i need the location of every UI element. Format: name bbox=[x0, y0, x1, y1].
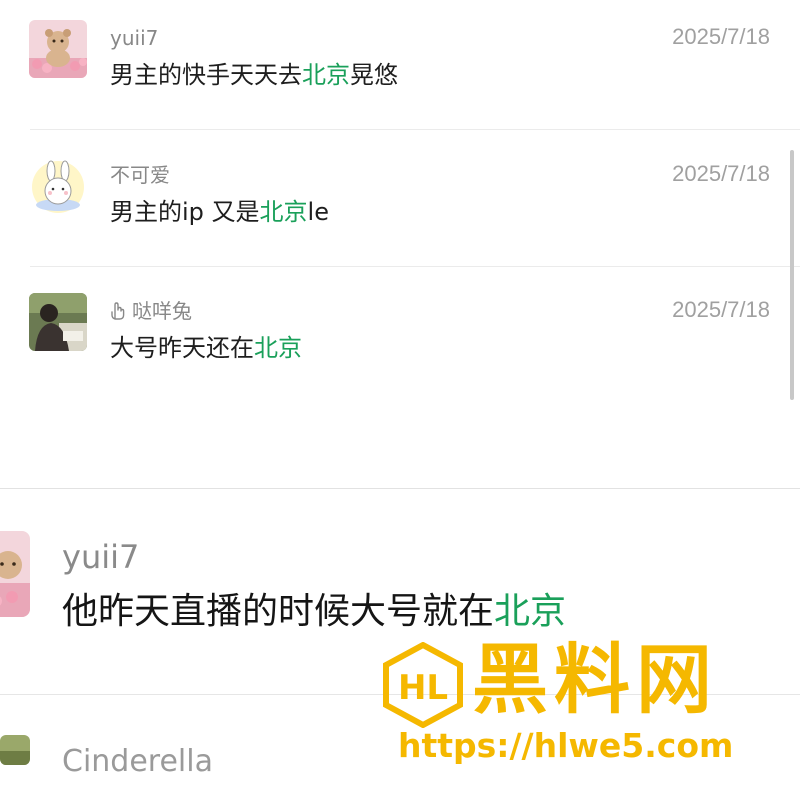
person-photo-avatar[interactable] bbox=[29, 293, 87, 351]
bunny-avatar[interactable] bbox=[29, 157, 87, 215]
comment-username[interactable]: yuii7 bbox=[62, 537, 139, 577]
logo-text: HL bbox=[398, 668, 448, 708]
keyword-link[interactable]: 北京 bbox=[494, 591, 566, 632]
comment-text-before: 大号昨天还在 bbox=[110, 334, 254, 362]
scrollbar[interactable] bbox=[790, 150, 794, 400]
keyword-link[interactable]: 北京 bbox=[260, 198, 308, 226]
hand-icon bbox=[110, 301, 126, 326]
comment-date: 2025/7/18 bbox=[672, 24, 770, 49]
watermark: HL 黑料网 https://hlwe5.com bbox=[380, 634, 780, 784]
comment-item: 不可爱 2025/7/18 男主的ip 又是北京le bbox=[0, 147, 800, 237]
landscape-avatar[interactable] bbox=[0, 735, 30, 765]
comment-text-after: 晃悠 bbox=[350, 61, 398, 89]
comment-username[interactable]: Cinderella bbox=[62, 744, 213, 780]
keyword-link[interactable]: 北京 bbox=[302, 61, 350, 89]
comment-text: 大号昨天还在北京 bbox=[110, 333, 302, 363]
comment-text: 男主的快手天天去北京晃悠 bbox=[110, 60, 398, 90]
comment-text-before: 男主的快手天天去 bbox=[110, 61, 302, 89]
comment-list-panel: yuii7 2025/7/18 男主的快手天天去北京晃悠 不可爱 2025/7/… bbox=[0, 0, 800, 400]
comment-username-text[interactable]: 哒咩兔 bbox=[132, 299, 192, 323]
teddy-bear-avatar[interactable] bbox=[0, 531, 30, 617]
comment-item: 哒咩兔 2025/7/18 大号昨天还在北京 bbox=[0, 283, 800, 373]
comment-text: 男主的ip 又是北京le bbox=[110, 197, 329, 227]
comment-date: 2025/7/18 bbox=[672, 297, 770, 322]
teddy-bear-avatar[interactable] bbox=[29, 20, 87, 78]
comment-text: 他昨天直播的时候大号就在北京 bbox=[62, 589, 566, 635]
comment-text-before: 男主的ip 又是 bbox=[110, 198, 260, 226]
comment-username: 哒咩兔 bbox=[110, 299, 192, 326]
comment-text-after: le bbox=[307, 198, 329, 226]
comment-username[interactable]: 不可爱 bbox=[110, 163, 170, 187]
comment-divider bbox=[30, 129, 800, 130]
watermark-title: 黑料网 bbox=[472, 635, 718, 724]
comment-divider bbox=[30, 266, 800, 267]
hl-logo-icon: HL bbox=[383, 642, 463, 728]
watermark-url: https://hlwe5.com bbox=[398, 726, 734, 765]
comment-date: 2025/7/18 bbox=[672, 161, 770, 186]
comment-item: yuii7 2025/7/18 男主的快手天天去北京晃悠 bbox=[0, 10, 800, 100]
section-gap bbox=[0, 400, 800, 490]
comment-username[interactable]: yuii7 bbox=[110, 26, 158, 50]
keyword-link[interactable]: 北京 bbox=[254, 334, 302, 362]
comment-text-before: 他昨天直播的时候大号就在 bbox=[62, 591, 495, 632]
